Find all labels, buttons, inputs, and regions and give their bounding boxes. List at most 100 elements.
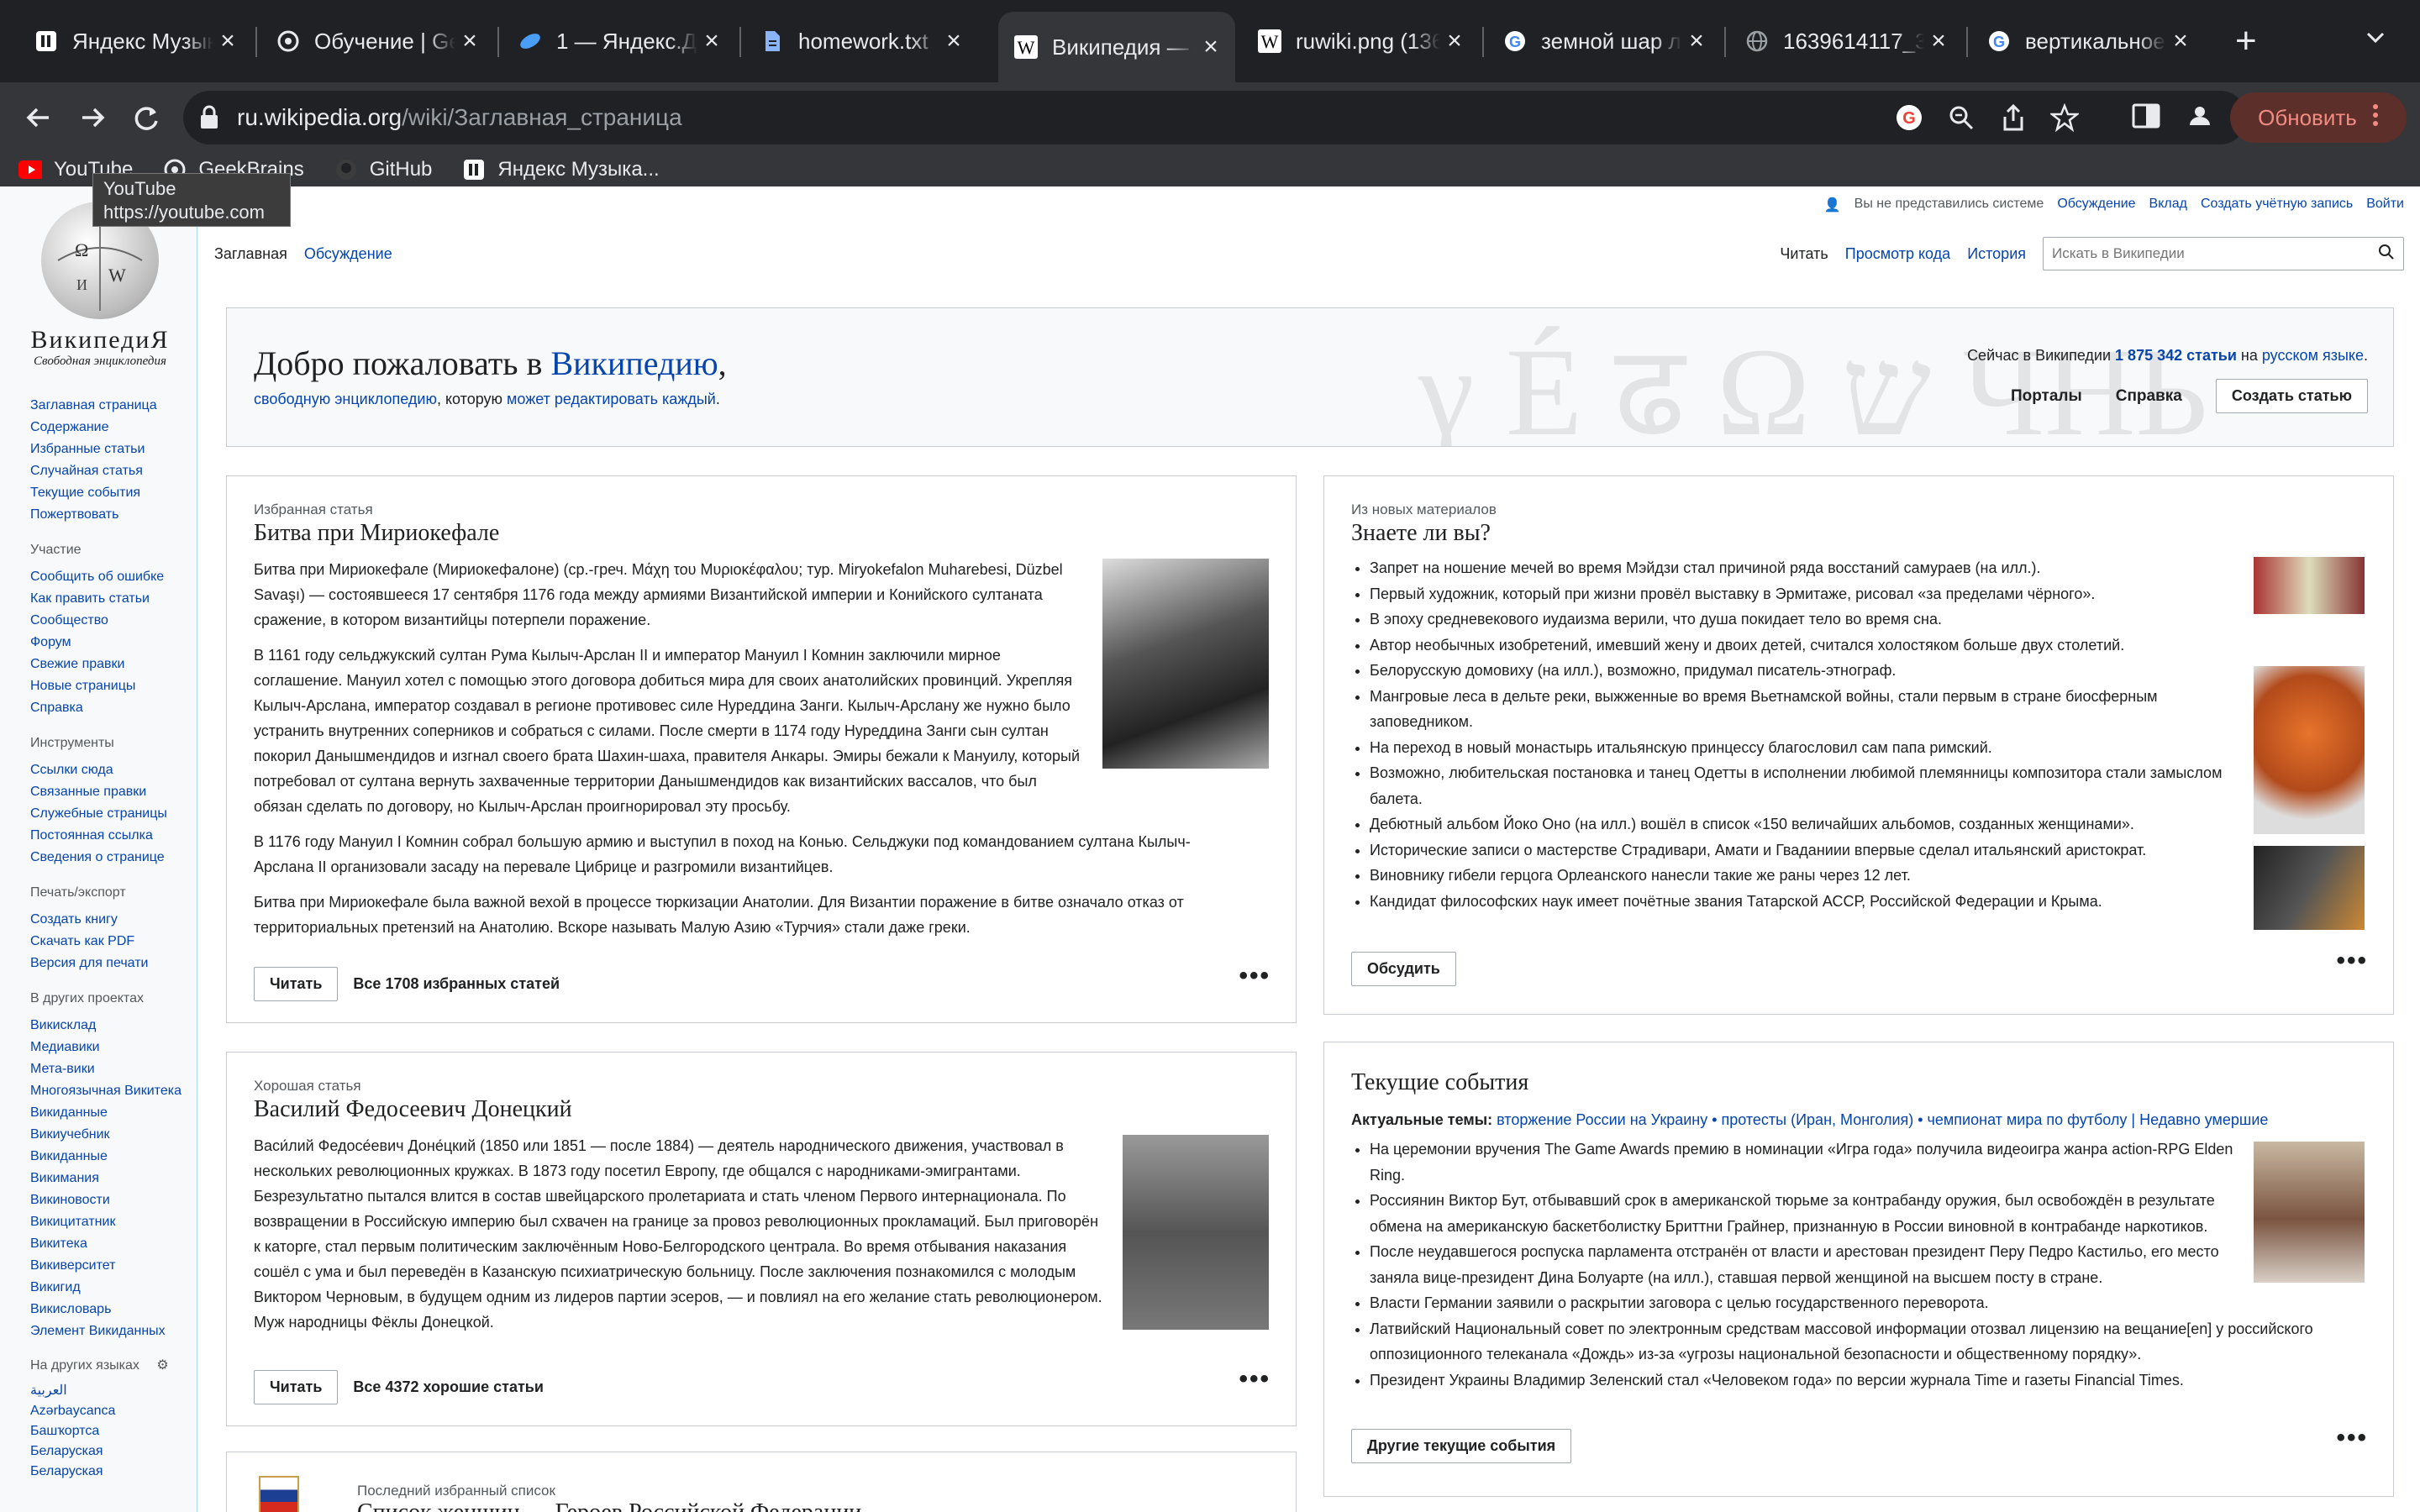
new-tab-button[interactable]: + xyxy=(2235,20,2257,62)
reload-icon[interactable] xyxy=(129,101,163,139)
sidebar-item[interactable]: Сведения о странице xyxy=(30,847,190,869)
sidebar-item[interactable]: Пожертвовать xyxy=(30,504,190,526)
dyk-image-domovikha[interactable] xyxy=(2254,666,2365,834)
close-icon[interactable]: × xyxy=(939,27,968,55)
sidebar-item[interactable]: Мета-вики xyxy=(30,1058,190,1080)
close-icon[interactable]: × xyxy=(455,27,484,55)
sidebar-item[interactable]: Викитека xyxy=(30,1233,190,1255)
sidebar-item[interactable]: العربية xyxy=(30,1381,190,1401)
more-events-button[interactable]: Другие текущие события xyxy=(1351,1429,1572,1463)
count-link[interactable]: 1 875 342 статьи xyxy=(2115,347,2237,364)
sidebar-item[interactable]: Постоянная ссылка xyxy=(30,825,190,847)
gear-icon[interactable]: ⚙ xyxy=(156,1358,168,1373)
good-article-image[interactable] xyxy=(1123,1135,1269,1330)
google-lens-icon[interactable]: G xyxy=(1894,102,1924,137)
sidebar-item[interactable]: Элемент Викиданных xyxy=(30,1320,190,1342)
bookmark-star-icon[interactable] xyxy=(2049,102,2081,136)
sidebar-item[interactable]: Викисловарь xyxy=(30,1299,190,1320)
sidebar-item[interactable]: Служебные страницы xyxy=(30,803,190,825)
help-link[interactable]: Справка xyxy=(2116,387,2182,406)
tab-read[interactable]: Читать xyxy=(1771,240,1836,268)
sidebar-item[interactable]: Викисклад xyxy=(30,1015,190,1037)
card-title[interactable]: Список женщин — Героев Российской Федера… xyxy=(357,1499,861,1512)
tab-yandex-disk[interactable]: 1 — Яндекс.Диск × xyxy=(502,12,736,71)
tab-history[interactable]: История xyxy=(1959,240,2034,268)
tab-search-chevron-icon[interactable] xyxy=(2363,25,2388,55)
portals-link[interactable]: Порталы xyxy=(2011,387,2082,406)
personal-link-contributions[interactable]: Вклад xyxy=(2149,197,2187,213)
sidebar-item[interactable]: Беларуская xyxy=(30,1462,190,1482)
sidebar-item[interactable]: Случайная статья xyxy=(30,460,190,482)
sidebar-item[interactable]: Башҡортса xyxy=(30,1421,190,1441)
anyone-can-edit-link[interactable]: может редактировать каждый xyxy=(507,391,716,407)
sidebar-item[interactable]: Викиновости xyxy=(30,1189,190,1211)
sidebar-item[interactable]: Викиданные xyxy=(30,1102,190,1124)
more-options-icon[interactable]: ••• xyxy=(2336,1424,2368,1452)
tab-wikipedia-active[interactable]: W Википедия — свободная энциклопедия × xyxy=(998,12,1235,82)
sidebar-item[interactable]: Викигид xyxy=(30,1277,190,1299)
sidebar-item[interactable]: Викиучебник xyxy=(30,1124,190,1146)
tab-homework[interactable]: homework.txt × xyxy=(744,12,978,71)
update-button[interactable]: Обновить xyxy=(2230,92,2407,143)
sidebar-item[interactable]: Создать книгу xyxy=(30,909,190,931)
tab-main-page[interactable]: Заглавная xyxy=(206,240,296,270)
read-button[interactable]: Читать xyxy=(254,1370,339,1404)
sidebar-item[interactable]: Azərbaycanca xyxy=(30,1401,190,1421)
close-icon[interactable]: × xyxy=(2166,27,2195,55)
more-options-icon[interactable]: ••• xyxy=(2336,947,2368,975)
sidebar-item[interactable]: Скачать как PDF xyxy=(30,931,190,953)
featured-article-image[interactable] xyxy=(1102,559,1269,769)
sidebar-item[interactable]: Как править статьи xyxy=(30,588,190,610)
sidebar-item[interactable]: Версия для печати xyxy=(30,953,190,974)
discuss-button[interactable]: Обсудить xyxy=(1351,952,1456,986)
free-encyclopedia-link[interactable]: свободную энциклопедию xyxy=(254,391,437,407)
dyk-image-yoko-ono[interactable] xyxy=(2254,846,2365,930)
bookmark-github[interactable]: GitHub xyxy=(334,158,432,181)
topics-links[interactable]: вторжение России на Украину • протесты (… xyxy=(1497,1111,2268,1128)
search-icon[interactable] xyxy=(2378,244,2395,265)
sidebar-item[interactable]: Свежие правки xyxy=(30,654,190,675)
sidebar-item[interactable]: Викиверситет xyxy=(30,1255,190,1277)
close-icon[interactable]: × xyxy=(1440,27,1469,55)
bookmark-yandex-music[interactable]: Яндекс Музыка... xyxy=(462,158,660,181)
sidebar-item[interactable]: Сообщество xyxy=(30,610,190,632)
sidebar-item[interactable]: Новые страницы xyxy=(30,675,190,697)
sidebar-item[interactable]: Медиавики xyxy=(30,1037,190,1058)
dyk-image-samurai[interactable] xyxy=(2254,557,2365,614)
back-icon[interactable] xyxy=(22,101,55,139)
close-icon[interactable]: × xyxy=(1197,33,1225,61)
sidebar-item[interactable]: Содержание xyxy=(30,417,190,438)
wikipedia-logo[interactable]: ΩW И ВикипедиЯ Свободная энциклопедия xyxy=(20,202,180,378)
sidebar-item[interactable]: Справка xyxy=(30,697,190,719)
news-image-boluarte[interactable] xyxy=(2254,1142,2365,1283)
welcome-title-link[interactable]: Википедию xyxy=(550,344,718,382)
russian-language-link[interactable]: русском языке xyxy=(2262,347,2364,364)
tab-talk[interactable]: Обсуждение xyxy=(296,240,401,270)
sidebar-item[interactable]: Викицитатник xyxy=(30,1211,190,1233)
create-article-button[interactable]: Создать статью xyxy=(2215,379,2368,413)
card-title[interactable]: Василий Федосеевич Донецкий xyxy=(254,1096,572,1123)
search-input[interactable] xyxy=(2050,244,2378,263)
more-options-icon[interactable]: ••• xyxy=(1239,962,1270,990)
personal-link-talk[interactable]: Обсуждение xyxy=(2057,197,2135,213)
zoom-icon[interactable] xyxy=(1948,104,1975,135)
close-icon[interactable]: × xyxy=(213,27,242,55)
tab-ruwiki-png[interactable]: W ruwiki.png (1366×768) × xyxy=(1242,12,1479,71)
sidebar-item[interactable]: Заглавная страница xyxy=(30,395,190,417)
address-bar[interactable]: ru.wikipedia.org/wiki/Заглавная_страница… xyxy=(183,91,2247,144)
sidebar-item[interactable]: Многоязычная Викитека xyxy=(30,1084,190,1099)
personal-link-create-account[interactable]: Создать учётную запись xyxy=(2201,197,2353,213)
tab-view-source[interactable]: Просмотр кода xyxy=(1837,240,1959,268)
sidebar-item[interactable]: Форум xyxy=(30,632,190,654)
sidebar-item[interactable]: Викиданные xyxy=(30,1146,190,1168)
side-panel-icon[interactable] xyxy=(2131,101,2161,135)
close-icon[interactable]: × xyxy=(1924,27,1953,55)
sidebar-item[interactable]: Викимания xyxy=(30,1168,190,1189)
tab-yandex-music[interactable]: Яндекс Музыка × xyxy=(18,12,252,71)
lock-icon[interactable] xyxy=(197,104,222,135)
close-icon[interactable]: × xyxy=(1682,27,1711,55)
sidebar-item[interactable]: Сообщить об ошибке xyxy=(30,566,190,588)
all-featured-link[interactable]: Все 1708 избранных статей xyxy=(353,975,560,993)
forward-icon[interactable] xyxy=(76,101,109,139)
sidebar-item[interactable]: Избранные статьи xyxy=(30,438,190,460)
